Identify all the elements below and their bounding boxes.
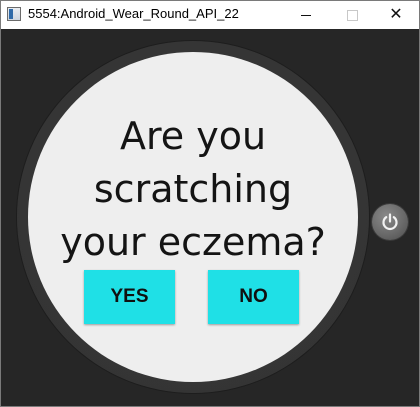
window-title: 5554:Android_Wear_Round_API_22: [28, 6, 239, 21]
close-icon: ✕: [389, 6, 403, 23]
question-text: Are you scratching your eczema?: [28, 110, 358, 269]
yes-button[interactable]: YES: [84, 270, 175, 324]
no-button[interactable]: NO: [208, 270, 299, 324]
question-line: Are you: [119, 114, 267, 158]
maximize-button[interactable]: [329, 1, 375, 29]
title-bar[interactable]: 5554:Android_Wear_Round_API_22 ✕: [1, 1, 419, 29]
power-button[interactable]: [372, 204, 408, 240]
emulator-window: 5554:Android_Wear_Round_API_22 ✕ Are you…: [0, 0, 420, 407]
question-line: scratching: [93, 167, 293, 211]
minimize-icon: [301, 14, 311, 16]
watch-screen: Are you scratching your eczema? YES NO: [28, 52, 358, 382]
emulator-content: Are you scratching your eczema? YES NO: [1, 29, 419, 406]
maximize-icon: [346, 9, 358, 21]
close-button[interactable]: ✕: [373, 1, 419, 29]
question-line: your eczema?: [60, 220, 326, 264]
minimize-button[interactable]: [283, 1, 329, 29]
emulator-app-icon[interactable]: [7, 7, 21, 21]
power-icon: [382, 213, 398, 231]
